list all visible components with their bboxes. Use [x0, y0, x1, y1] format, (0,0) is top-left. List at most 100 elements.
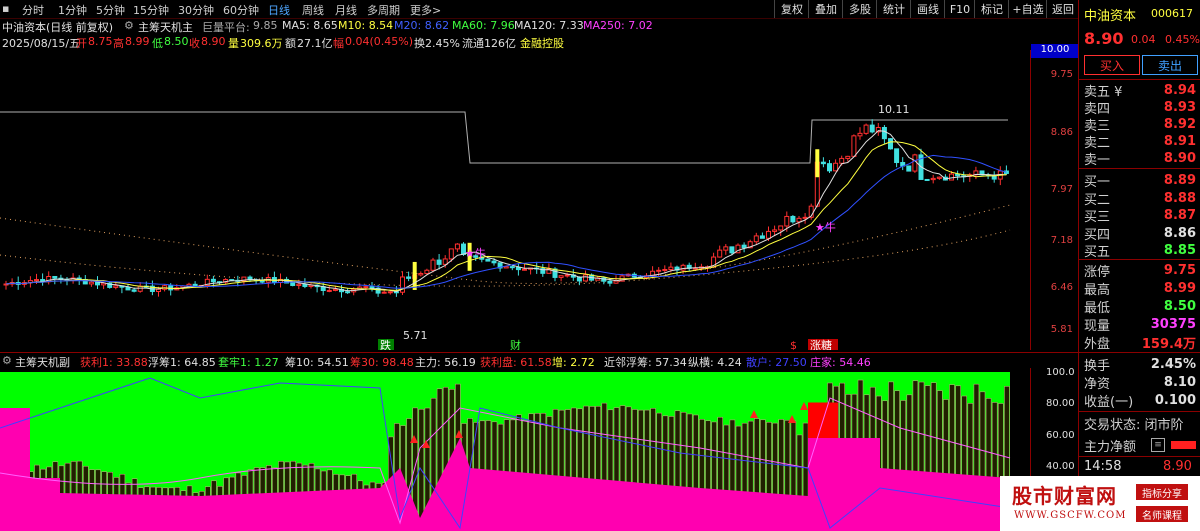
price-axis: 10.00 9.75 8.86 7.97 7.18 6.46 5.81 [1030, 44, 1079, 350]
ma10-value: M10: 8.54 [338, 19, 394, 32]
stat-row[interactable]: 最低 8.50 [1084, 298, 1196, 316]
period-tab-30min[interactable]: 30分钟 [178, 2, 214, 18]
stat-row-value: 8.10 [1163, 375, 1196, 390]
indicator-settings-icon[interactable]: ⚙ [124, 19, 134, 32]
candle-body [95, 281, 100, 286]
candle-body [613, 280, 619, 284]
stat-row[interactable]: 涨停 9.75 [1084, 262, 1196, 280]
candle-body [113, 285, 119, 288]
stat-row[interactable]: 收益(一) 0.100 [1084, 392, 1196, 410]
candle-body [912, 154, 918, 172]
price-tick: 7.97 [1050, 184, 1073, 195]
stat-row[interactable]: 净资 8.10 [1084, 374, 1196, 392]
period-tab-more[interactable]: 更多> [410, 2, 441, 18]
ask-row[interactable]: 卖一 8.90 [1084, 150, 1196, 168]
die-label: 跌 [380, 338, 391, 350]
overlay-button[interactable]: 叠加 [808, 0, 843, 18]
back-button[interactable]: 返回 [1046, 0, 1079, 18]
amount-label: 额 [285, 37, 296, 50]
candle-body [845, 155, 851, 159]
stat-row-value: 8.99 [1163, 281, 1196, 296]
divider [1079, 168, 1200, 169]
candle-body [729, 246, 735, 254]
price-tick: 6.46 [1050, 282, 1073, 293]
f10-button[interactable]: F10 [944, 0, 975, 18]
stat-row[interactable]: 现量 30375 [1084, 316, 1196, 334]
multi-stock-button[interactable]: 多股 [842, 0, 877, 18]
sub-axis-tick: 80.00 [1046, 398, 1075, 409]
ask-row[interactable]: 卖二 8.91 [1084, 133, 1196, 151]
stats-button[interactable]: 统计 [876, 0, 911, 18]
candle-body [723, 246, 729, 251]
period-tab-weekly[interactable]: 周线 [302, 2, 324, 18]
period-tab-60min[interactable]: 60分钟 [223, 2, 259, 18]
low-price-label: 5.71 [403, 329, 428, 342]
candle-body [668, 266, 674, 270]
chip-distribution-chart[interactable] [0, 368, 1030, 531]
sub-indicator-settings-icon[interactable]: ⚙ [2, 354, 12, 367]
stat-row-value: 30375 [1150, 317, 1196, 332]
candle-body [833, 162, 839, 172]
candle-body [131, 289, 137, 292]
bid-row[interactable]: 买五 8.85 [1084, 242, 1196, 260]
stat-row[interactable]: 最高 8.99 [1084, 280, 1196, 298]
bid-row-value: 8.86 [1163, 225, 1196, 241]
candle-body [522, 268, 527, 271]
candle-body [576, 276, 582, 282]
period-tab-5min[interactable]: 5分钟 [96, 2, 125, 18]
draw-line-button[interactable]: 画线 [910, 0, 945, 18]
candlestick-chart[interactable]: 10.11 5.71 跌 财 $ 涨糖 ★牛 ★牛 [0, 50, 1030, 350]
candle-body [345, 291, 351, 294]
bid-row[interactable]: 买一 8.89 [1084, 172, 1196, 190]
ma20-value: M20: 8.62 [394, 19, 450, 32]
candle-body [210, 278, 216, 283]
period-tab-15min[interactable]: 15分钟 [133, 2, 169, 18]
candle-body [741, 244, 747, 249]
candle-body [790, 215, 796, 223]
stat-row[interactable]: 外盘 159.4万 [1084, 334, 1196, 352]
candle-body [766, 230, 771, 239]
panel-change-pct: 0.45% [1165, 33, 1200, 46]
mark-button[interactable]: 标记 [974, 0, 1009, 18]
ask-row-value: 8.91 [1163, 134, 1196, 149]
concept-label: 金融控股 [520, 37, 564, 50]
platform-label: 巨量平台: [202, 21, 250, 34]
stat-row-value: 159.4万 [1141, 337, 1196, 352]
turnover-value: 换2.45% [414, 37, 460, 50]
buy-button[interactable]: 买入 [1084, 55, 1140, 75]
period-tab-monthly[interactable]: 月线 [335, 2, 357, 18]
candle-body [717, 249, 723, 258]
candle-body [503, 266, 509, 269]
dollar-label: $ [790, 339, 797, 350]
candle-body [839, 157, 845, 164]
high-value: 8.99 [125, 35, 150, 48]
ask-row[interactable]: 卖四 8.93 [1084, 99, 1196, 117]
add-watchlist-button[interactable]: +自选 [1008, 0, 1047, 18]
net-flow-menu-icon[interactable]: ≡ [1151, 438, 1165, 452]
highlight-candle [815, 149, 820, 178]
adjust-button[interactable]: 复权 [774, 0, 809, 18]
bid-row-label: 买五 [1084, 245, 1111, 260]
candle-body [381, 291, 387, 294]
stat-row-label: 换手 [1084, 359, 1111, 374]
ask-row[interactable]: 卖五 ¥8.94 [1084, 82, 1196, 100]
stat-row[interactable]: 换手 2.45% [1084, 356, 1196, 374]
period-tab-multi[interactable]: 多周期 [367, 2, 400, 18]
bid-row[interactable]: 买二 8.88 [1084, 190, 1196, 208]
candle-body [753, 235, 759, 243]
cai-label: 财 [510, 338, 521, 350]
stock-menu-icon[interactable]: ▪ [2, 2, 9, 15]
candle-body [137, 285, 143, 292]
period-tab-daily[interactable]: 日线 [268, 2, 290, 18]
candle-body [125, 286, 131, 291]
ma120-value: MA120: 7.33 [514, 19, 584, 32]
period-tab-timeshare[interactable]: 分时 [22, 2, 44, 18]
period-tab-1min[interactable]: 1分钟 [58, 2, 87, 18]
main-indicator-name[interactable]: 主筹天机主 [138, 19, 193, 35]
sell-button[interactable]: 卖出 [1142, 55, 1198, 75]
bid-row[interactable]: 买三 8.87 [1084, 207, 1196, 225]
bid-row[interactable]: 买四 8.86 [1084, 225, 1196, 243]
candle-body [759, 235, 765, 239]
stat-row-label: 现量 [1084, 319, 1111, 334]
ask-row[interactable]: 卖三 8.92 [1084, 116, 1196, 134]
